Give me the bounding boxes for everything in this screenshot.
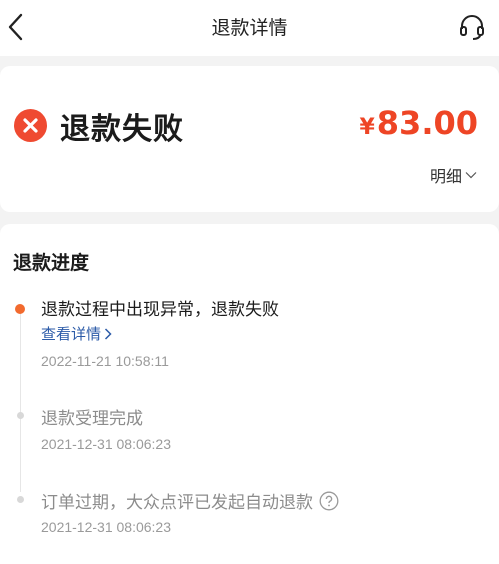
nav-bar: 退款详情: [0, 0, 499, 56]
refund-status-card: 退款失败 ¥83.00 明细: [0, 66, 499, 212]
currency-symbol: ¥: [359, 115, 375, 140]
chevron-down-icon: [465, 172, 477, 179]
chevron-right-icon: [104, 327, 112, 340]
timeline-dot-active: [15, 304, 25, 314]
step-time: 2021-12-31 08:06:23: [41, 436, 171, 452]
step-time: 2022-11-21 10:58:11: [41, 353, 169, 369]
refund-progress-card: 退款进度 退款过程中出现异常，退款失败 查看详情 2022-11-21 10:5…: [0, 224, 499, 564]
step-title: 退款过程中出现异常，退款失败: [41, 300, 279, 320]
question-circle-icon[interactable]: [319, 491, 339, 511]
detail-label: 明细: [429, 167, 462, 186]
timeline-dot: [17, 412, 24, 419]
refund-amount: ¥83.00: [359, 104, 478, 142]
refund-status-text: 退款失败: [60, 112, 184, 147]
error-x-icon: [14, 109, 47, 142]
step-title: 退款受理完成: [41, 409, 143, 429]
customer-service-button[interactable]: [457, 12, 487, 42]
step-time: 2021-12-31 08:06:23: [41, 519, 171, 535]
progress-title: 退款进度: [13, 252, 90, 274]
page-title: 退款详情: [211, 17, 288, 39]
view-details-label: 查看详情: [41, 325, 102, 343]
timeline-dot: [17, 496, 24, 503]
view-details-link[interactable]: 查看详情: [41, 323, 112, 344]
step-title-row: 订单过期，大众点评已发起自动退款: [41, 488, 339, 513]
amount-value: 83.00: [376, 104, 478, 142]
amount-detail-toggle[interactable]: 明细: [430, 163, 477, 187]
headset-icon: [460, 15, 484, 40]
timeline-line: [20, 308, 21, 492]
step-title: 订单过期，大众点评已发起自动退款: [41, 493, 313, 513]
